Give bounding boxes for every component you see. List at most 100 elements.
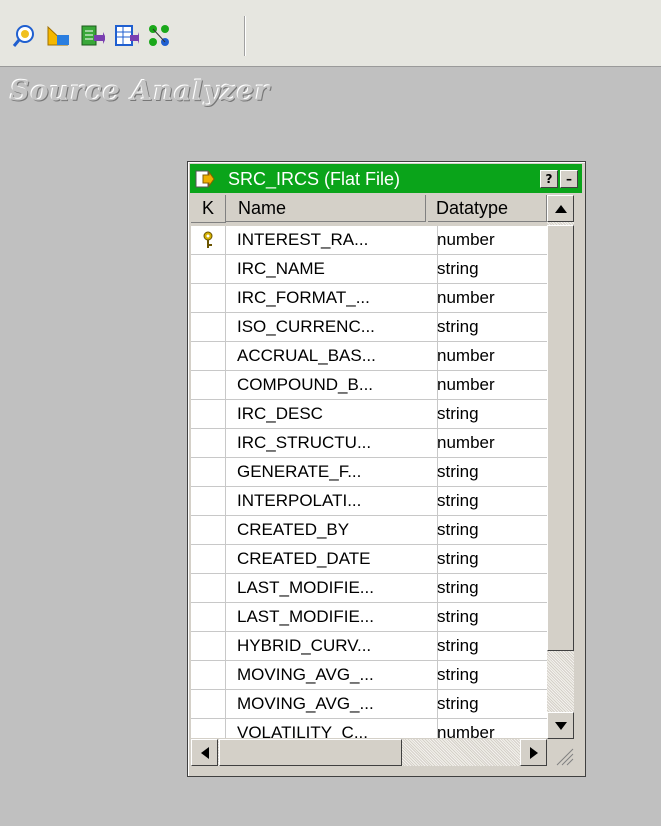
column-name-cell: INTERPOLATI... — [226, 487, 438, 515]
source-analyzer-icon — [12, 25, 34, 47]
minimize-button[interactable]: – — [560, 170, 578, 188]
key-cell — [191, 429, 226, 457]
column-name-cell: IRC_STRUCTU... — [226, 429, 438, 457]
table-row[interactable]: INTEREST_RA... number — [191, 226, 547, 255]
key-cell — [191, 284, 226, 312]
table-row[interactable]: CREATED_BY string — [191, 516, 547, 545]
key-cell — [191, 719, 226, 738]
datatype-cell: number — [437, 375, 495, 394]
key-cell — [191, 400, 226, 428]
window-title: SRC_IRCS (Flat File) — [228, 169, 401, 189]
table-row[interactable]: ISO_CURRENC... string — [191, 313, 547, 342]
header-datatype[interactable]: Datatype — [428, 195, 547, 222]
datatype-cell: string — [437, 491, 479, 510]
datatype-cell: number — [437, 346, 495, 365]
key-cell — [191, 342, 226, 370]
column-name-cell: IRC_NAME — [226, 255, 438, 283]
table-row[interactable]: IRC_STRUCTU... number — [191, 429, 547, 458]
column-name-cell: LAST_MODIFIE... — [226, 603, 438, 631]
column-name-cell: GENERATE_F... — [226, 458, 438, 486]
key-cell — [191, 255, 226, 283]
key-cell — [191, 574, 226, 602]
key-cell — [191, 458, 226, 486]
datatype-cell: string — [437, 578, 479, 597]
datatype-cell: number — [437, 230, 495, 249]
resize-grip-icon[interactable] — [549, 741, 576, 768]
datatype-cell: number — [437, 723, 495, 738]
table-row[interactable]: LAST_MODIFIE... string — [191, 574, 547, 603]
datatype-cell: string — [437, 607, 479, 626]
key-cell — [191, 313, 226, 341]
column-name-cell: VOLATILITY_C... — [226, 719, 438, 738]
source-definition-window[interactable]: SRC_IRCS (Flat File) ? – K Name Datatype… — [187, 161, 586, 777]
target-designer-button[interactable] — [44, 22, 72, 50]
key-cell — [191, 661, 226, 689]
source-analyzer-button[interactable] — [10, 22, 38, 50]
table-row[interactable]: INTERPOLATI... string — [191, 487, 547, 516]
horizontal-scrollbar[interactable] — [191, 739, 547, 766]
key-cell — [191, 226, 226, 254]
arrow-right-icon — [529, 746, 538, 759]
table-row[interactable]: MOVING_AVG_... string — [191, 690, 547, 719]
key-cell — [191, 690, 226, 718]
window-titlebar[interactable]: SRC_IRCS (Flat File) ? – — [190, 164, 582, 193]
table-row[interactable]: IRC_FORMAT_... number — [191, 284, 547, 313]
column-name-cell: ACCRUAL_BAS... — [226, 342, 438, 370]
table-row[interactable]: GENERATE_F... string — [191, 458, 547, 487]
table-row[interactable]: ACCRUAL_BAS... number — [191, 342, 547, 371]
help-button[interactable]: ? — [540, 170, 558, 188]
table-row[interactable]: IRC_NAME string — [191, 255, 547, 284]
scroll-up-button[interactable] — [547, 195, 574, 222]
datatype-cell: number — [437, 433, 495, 452]
table-row[interactable]: COMPOUND_B... number — [191, 371, 547, 400]
header-name[interactable]: Name — [226, 195, 426, 222]
key-cell — [191, 516, 226, 544]
transformation-developer-button[interactable] — [78, 22, 106, 50]
key-cell — [191, 603, 226, 631]
column-name-cell: CREATED_BY — [226, 516, 438, 544]
table-row[interactable]: MOVING_AVG_... string — [191, 661, 547, 690]
table-row[interactable]: IRC_DESC string — [191, 400, 547, 429]
mapplet-designer-button[interactable] — [112, 22, 140, 50]
datatype-cell: string — [437, 259, 479, 278]
mapping-designer-button[interactable] — [146, 22, 174, 50]
column-name-cell: LAST_MODIFIE... — [226, 574, 438, 602]
column-name-cell: HYBRID_CURV... — [226, 632, 438, 660]
column-list: INTEREST_RA... number IRC_NAME string IRC_FO… — [191, 226, 547, 738]
column-header: K Name Datatype — [191, 195, 580, 224]
column-name-cell: INTEREST_RA... — [226, 226, 438, 254]
mapplet-designer-icon — [115, 25, 139, 46]
column-name-cell: IRC_DESC — [226, 400, 438, 428]
vertical-scrollbar[interactable] — [547, 195, 574, 739]
datatype-cell: string — [437, 694, 479, 713]
table-row[interactable]: VOLATILITY_C... number — [191, 719, 547, 738]
key-cell — [191, 487, 226, 515]
horizontal-scroll-thumb[interactable] — [219, 739, 402, 766]
scroll-down-button[interactable] — [547, 712, 574, 739]
workspace-title: Source Analyzer — [10, 76, 271, 107]
datatype-cell: string — [437, 520, 479, 539]
flat-file-source-icon — [195, 170, 215, 188]
designer-toolbar — [0, 0, 661, 67]
arrow-down-icon — [554, 721, 567, 730]
scroll-right-button[interactable] — [520, 739, 547, 766]
header-key[interactable]: K — [191, 195, 226, 223]
scroll-left-button[interactable] — [191, 739, 218, 766]
datatype-cell: string — [437, 404, 479, 423]
column-name-cell: MOVING_AVG_... — [226, 690, 438, 718]
key-cell — [191, 371, 226, 399]
table-row[interactable]: CREATED_DATE string — [191, 545, 547, 574]
datatype-cell: string — [437, 462, 479, 481]
table-row[interactable]: LAST_MODIFIE... string — [191, 603, 547, 632]
arrow-up-icon — [554, 204, 567, 213]
datatype-cell: number — [437, 288, 495, 307]
toolbar-separator — [244, 16, 246, 56]
column-name-cell: IRC_FORMAT_... — [226, 284, 438, 312]
target-designer-icon — [47, 25, 69, 46]
datatype-cell: string — [437, 549, 479, 568]
vertical-scroll-thumb[interactable] — [547, 225, 574, 651]
column-name-cell: MOVING_AVG_... — [226, 661, 438, 689]
column-name-cell: CREATED_DATE — [226, 545, 438, 573]
key-cell — [191, 545, 226, 573]
table-row[interactable]: HYBRID_CURV... string — [191, 632, 547, 661]
